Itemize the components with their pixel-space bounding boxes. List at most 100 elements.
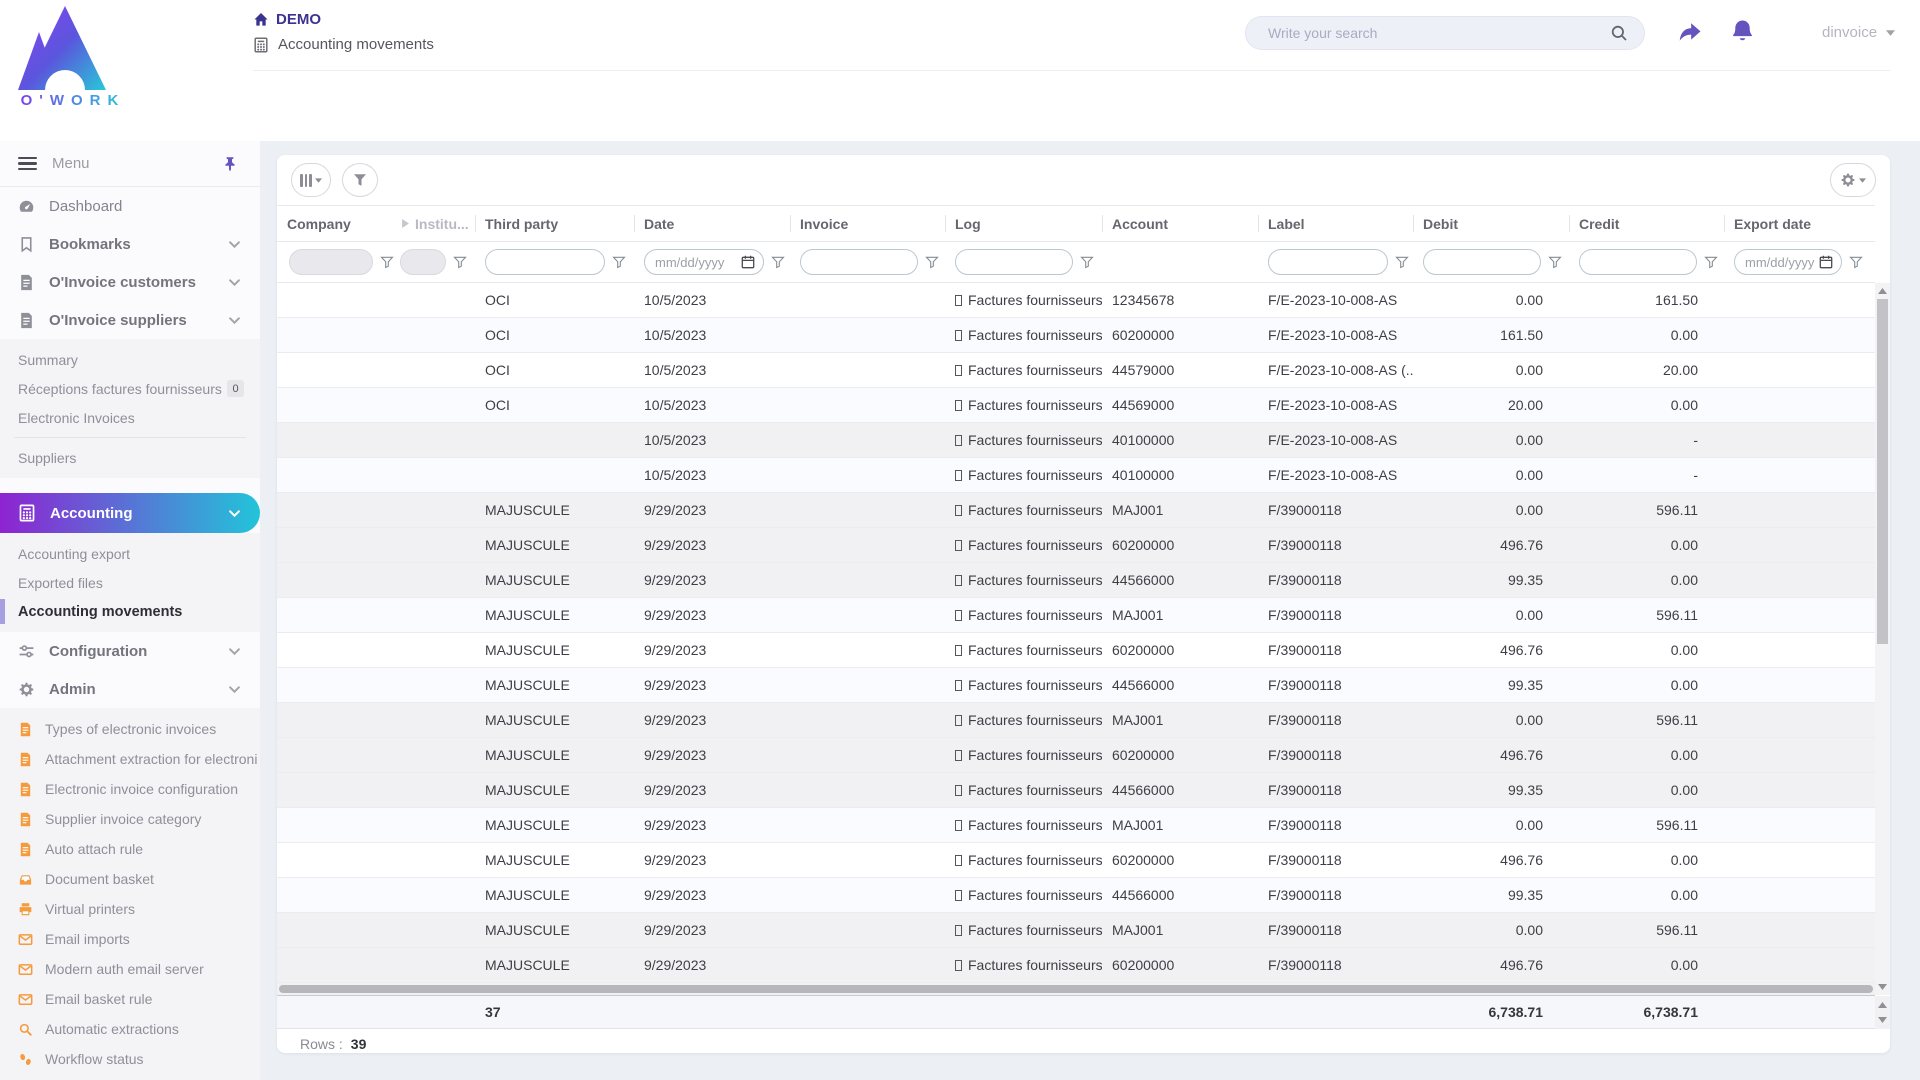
filter-label-input[interactable] bbox=[1268, 249, 1388, 275]
table-row[interactable]: MAJUSCULE 9/29/2023 Factures fournisseurs 6… bbox=[277, 843, 1875, 878]
sidebar-item-oinvoice-customers[interactable]: O'Invoice customers bbox=[0, 263, 260, 301]
breadcrumb-title[interactable]: DEMO bbox=[276, 11, 321, 28]
filter-third-party-input[interactable] bbox=[485, 249, 605, 275]
filter-button[interactable] bbox=[342, 163, 378, 197]
sidebar-subitem[interactable]: Automatic extractions bbox=[0, 1014, 260, 1044]
filter-export-date-input[interactable]: mm/dd/yyyy bbox=[1734, 249, 1842, 275]
column-header-date[interactable]: Date bbox=[634, 206, 790, 241]
sidebar-subitem[interactable]: Email imports bbox=[0, 924, 260, 954]
table-row[interactable]: 10/5/2023 Factures fournisseurs 40100000 F/… bbox=[277, 423, 1875, 458]
calendar-icon[interactable] bbox=[741, 255, 755, 269]
vertical-scrollbar[interactable] bbox=[1875, 283, 1890, 995]
table-row[interactable]: MAJUSCULE 9/29/2023 Factures fournisseurs 6… bbox=[277, 633, 1875, 668]
horizontal-scrollbar[interactable] bbox=[277, 983, 1875, 995]
funnel-icon[interactable] bbox=[1548, 256, 1562, 269]
table-row[interactable]: OCI 10/5/2023 Factures fournisseurs 6020000… bbox=[277, 318, 1875, 353]
sidebar-subitem[interactable]: Supplier invoice category bbox=[0, 804, 260, 834]
cell-account: 12345678 bbox=[1112, 292, 1175, 308]
totals-scrollbar[interactable] bbox=[1875, 996, 1890, 1029]
scroll-up-icon[interactable] bbox=[1878, 1002, 1887, 1008]
table-row[interactable]: MAJUSCULE 9/29/2023 Factures fournisseurs 6… bbox=[277, 528, 1875, 563]
hamburger-icon[interactable] bbox=[18, 154, 37, 174]
horizontal-scrollbar-thumb[interactable] bbox=[279, 985, 1873, 993]
sidebar-subitem[interactable]: Document basket bbox=[0, 864, 260, 894]
sidebar-subitem[interactable]: Accounting export bbox=[0, 539, 260, 568]
sidebar-subitem[interactable]: Suppliers bbox=[0, 443, 260, 472]
table-row[interactable]: MAJUSCULE 9/29/2023 Factures fournisseurs 4… bbox=[277, 668, 1875, 703]
funnel-icon[interactable] bbox=[1849, 256, 1863, 269]
sidebar-subitem[interactable]: Modern auth email server bbox=[0, 954, 260, 984]
user-menu[interactable]: dinvoice bbox=[1822, 24, 1896, 41]
funnel-icon[interactable] bbox=[1395, 256, 1409, 269]
sidebar-subitem[interactable]: Email basket rule bbox=[0, 984, 260, 1014]
notifications-bell-icon[interactable] bbox=[1730, 18, 1755, 44]
funnel-icon[interactable] bbox=[771, 256, 785, 269]
scroll-up-icon[interactable] bbox=[1878, 288, 1887, 294]
sidebar-subitem[interactable]: Auto attach rule bbox=[0, 834, 260, 864]
grid-settings-button[interactable] bbox=[1830, 163, 1876, 197]
sidebar-subitem[interactable]: Virtual printers bbox=[0, 894, 260, 924]
pin-icon[interactable] bbox=[222, 156, 238, 172]
sidebar-subitem[interactable]: Exported files bbox=[0, 568, 260, 597]
filter-invoice-input[interactable] bbox=[800, 249, 918, 275]
column-header-account[interactable]: Account bbox=[1102, 206, 1258, 241]
expand-column-icon[interactable] bbox=[402, 219, 409, 228]
calendar-icon[interactable] bbox=[1819, 255, 1833, 269]
column-header-credit[interactable]: Credit bbox=[1569, 206, 1724, 241]
sidebar-subitem[interactable]: Electronic Invoices bbox=[0, 403, 260, 432]
sidebar-item-configuration[interactable]: Configuration bbox=[0, 632, 260, 670]
sidebar-item-admin[interactable]: Admin bbox=[0, 670, 260, 708]
funnel-icon[interactable] bbox=[612, 256, 626, 269]
sidebar-subitem[interactable]: Electronic invoice configuration bbox=[0, 774, 260, 804]
share-icon[interactable] bbox=[1676, 18, 1704, 46]
scroll-down-icon[interactable] bbox=[1878, 984, 1887, 990]
column-header-export-date[interactable]: Export date bbox=[1724, 206, 1875, 241]
funnel-icon[interactable] bbox=[1080, 256, 1094, 269]
sidebar-subitem[interactable]: Workflow status bbox=[0, 1044, 260, 1074]
filter-debit-input[interactable] bbox=[1423, 249, 1541, 275]
sidebar-item-bookmarks[interactable]: Bookmarks bbox=[0, 225, 260, 263]
scroll-down-icon[interactable] bbox=[1878, 1017, 1887, 1023]
funnel-icon[interactable] bbox=[1704, 256, 1718, 269]
table-row[interactable]: 10/5/2023 Factures fournisseurs 40100000 F/… bbox=[277, 458, 1875, 493]
table-row[interactable]: MAJUSCULE 9/29/2023 Factures fournisseurs M… bbox=[277, 493, 1875, 528]
sidebar-subitem[interactable]: Accounting movements bbox=[0, 597, 260, 626]
table-row[interactable]: MAJUSCULE 9/29/2023 Factures fournisseurs 4… bbox=[277, 563, 1875, 598]
column-header-debit[interactable]: Debit bbox=[1413, 206, 1569, 241]
search-input[interactable] bbox=[1246, 25, 1610, 41]
column-header-third-party[interactable]: Third party bbox=[475, 206, 634, 241]
funnel-icon[interactable] bbox=[925, 256, 939, 269]
table-row[interactable]: MAJUSCULE 9/29/2023 Factures fournisseurs 4… bbox=[277, 773, 1875, 808]
sidebar-subitem[interactable]: Summary bbox=[0, 345, 260, 374]
table-row[interactable]: MAJUSCULE 9/29/2023 Factures fournisseurs M… bbox=[277, 703, 1875, 738]
sidebar-item-oinvoice-suppliers[interactable]: O'Invoice suppliers bbox=[0, 301, 260, 339]
table-row[interactable]: OCI 10/5/2023 Factures fournisseurs 4457900… bbox=[277, 353, 1875, 388]
sidebar-subitem[interactable]: Réceptions factures fournisseurs 0 bbox=[0, 374, 260, 403]
column-header-label[interactable]: Label bbox=[1258, 206, 1413, 241]
cell-third_party: MAJUSCULE bbox=[485, 607, 570, 623]
filter-credit-input[interactable] bbox=[1579, 249, 1697, 275]
filter-log-input[interactable] bbox=[955, 249, 1073, 275]
table-row[interactable]: MAJUSCULE 9/29/2023 Factures fournisseurs M… bbox=[277, 598, 1875, 633]
vertical-scrollbar-thumb[interactable] bbox=[1877, 299, 1888, 644]
table-row[interactable]: MAJUSCULE 9/29/2023 Factures fournisseurs 6… bbox=[277, 738, 1875, 773]
sidebar-subitem[interactable]: Attachment extraction for electroni bbox=[0, 744, 260, 774]
table-row[interactable]: OCI 10/5/2023 Factures fournisseurs 4456900… bbox=[277, 388, 1875, 423]
funnel-icon[interactable] bbox=[453, 256, 467, 269]
sidebar-subitem[interactable]: Types of electronic invoices bbox=[0, 714, 260, 744]
sidebar-item-accounting[interactable]: Accounting bbox=[0, 493, 260, 533]
table-row[interactable]: MAJUSCULE 9/29/2023 Factures fournisseurs 6… bbox=[277, 948, 1875, 983]
column-header-company[interactable]: Company bbox=[277, 206, 392, 241]
table-row[interactable]: MAJUSCULE 9/29/2023 Factures fournisseurs 4… bbox=[277, 878, 1875, 913]
column-header-invoice[interactable]: Invoice bbox=[790, 206, 945, 241]
columns-button[interactable] bbox=[291, 163, 331, 197]
table-row[interactable]: OCI 10/5/2023 Factures fournisseurs 1234567… bbox=[277, 283, 1875, 318]
table-row[interactable]: MAJUSCULE 9/29/2023 Factures fournisseurs M… bbox=[277, 913, 1875, 948]
filter-date-input[interactable]: mm/dd/yyyy bbox=[644, 249, 764, 275]
cell-credit: - bbox=[1693, 467, 1698, 483]
search-icon[interactable] bbox=[1610, 24, 1628, 42]
column-header-log[interactable]: Log bbox=[945, 206, 1102, 241]
sidebar-item-dashboard[interactable]: Dashboard bbox=[0, 187, 260, 225]
table-row[interactable]: MAJUSCULE 9/29/2023 Factures fournisseurs M… bbox=[277, 808, 1875, 843]
column-header-institution[interactable]: Institu... bbox=[392, 206, 475, 241]
